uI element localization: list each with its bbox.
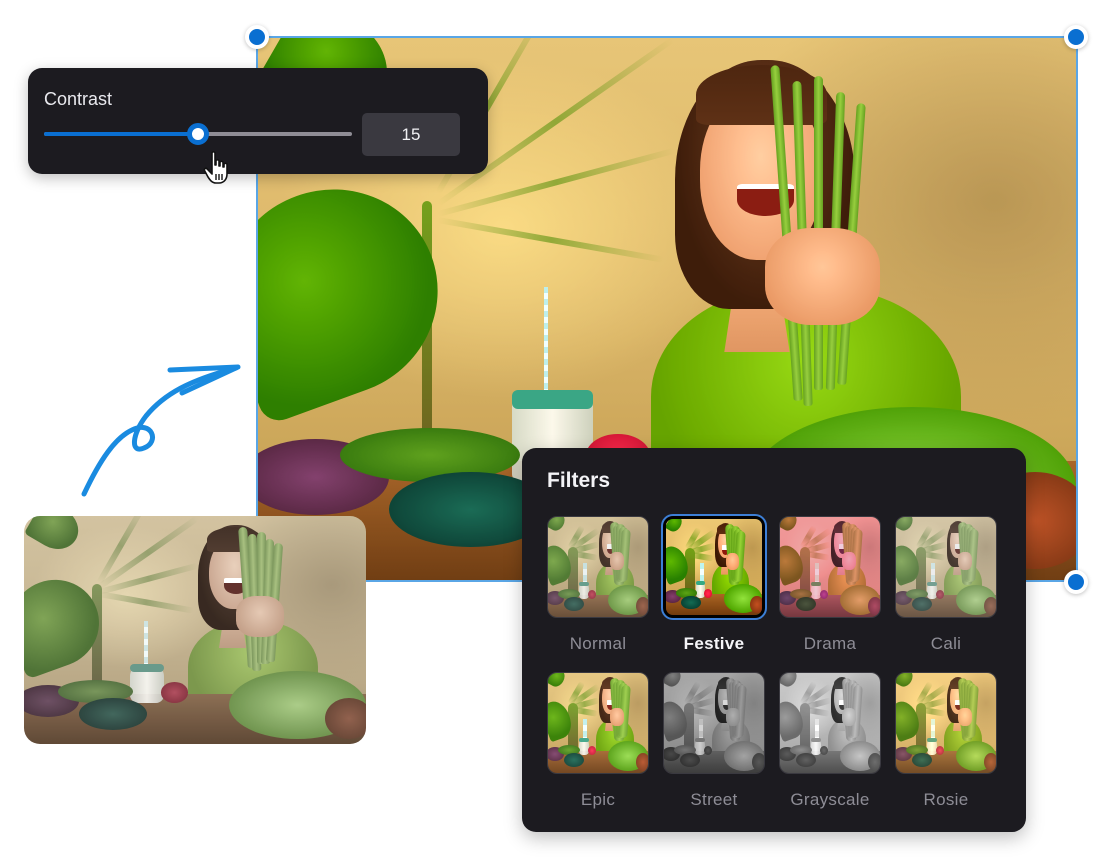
filter-label: Street [690,790,738,809]
filter-label: Epic [580,790,616,809]
filter-option-epic[interactable]: Epic [546,672,650,810]
photo-scene [666,519,762,615]
contrast-label: Contrast [44,89,113,109]
contrast-slider[interactable] [44,123,352,145]
filter-thumbnail[interactable] [547,516,649,618]
filter-label: Grayscale [790,790,870,809]
resize-handle-bottom-right[interactable] [1064,570,1088,594]
filter-thumbnail[interactable] [661,514,767,620]
photo-scene [548,673,648,773]
filter-option-street[interactable]: Street [662,672,766,810]
filter-thumbnail[interactable] [779,516,881,618]
slider-thumb[interactable] [187,123,209,145]
filter-grid: Normal Festive Drama Cali Epic Street Gr… [546,514,998,810]
curved-arrow-icon [81,364,241,497]
filter-label: Festive [683,634,745,653]
filter-option-normal[interactable]: Normal [546,516,650,654]
filter-thumbnail[interactable] [663,672,765,774]
contrast-panel: Contrast 15 [28,68,488,174]
resize-handle-top-right[interactable] [1064,25,1088,49]
hand-pointer-icon [203,151,228,184]
filter-option-rosie[interactable]: Rosie [894,672,998,810]
filter-option-drama[interactable]: Drama [778,516,882,654]
filter-label: Drama [803,634,857,653]
photo-scene [548,517,648,617]
photo-scene [24,516,366,744]
filter-option-grayscale[interactable]: Grayscale [778,672,882,810]
filters-title: Filters [547,469,611,492]
photo-scene [896,517,996,617]
filters-panel: Filters Normal Festive Drama Cali Epic S… [522,448,1026,832]
filter-thumbnail[interactable] [895,672,997,774]
filter-option-festive[interactable]: Festive [661,514,767,654]
filter-thumbnail[interactable] [779,672,881,774]
filter-option-cali[interactable]: Cali [894,516,998,654]
filter-thumbnail[interactable] [895,516,997,618]
contrast-value-input[interactable]: 15 [362,113,460,156]
photo-scene [664,673,764,773]
filter-label: Rosie [923,790,969,809]
slider-fill [44,132,198,136]
filter-thumbnail[interactable] [547,672,649,774]
drama-tint-overlay [780,517,880,617]
photo-scene [780,673,880,773]
photo-scene [896,673,996,773]
resize-handle-top-left[interactable] [245,25,269,49]
original-photo-thumbnail [24,516,366,744]
filter-label: Cali [930,634,962,653]
filter-label: Normal [569,634,627,653]
